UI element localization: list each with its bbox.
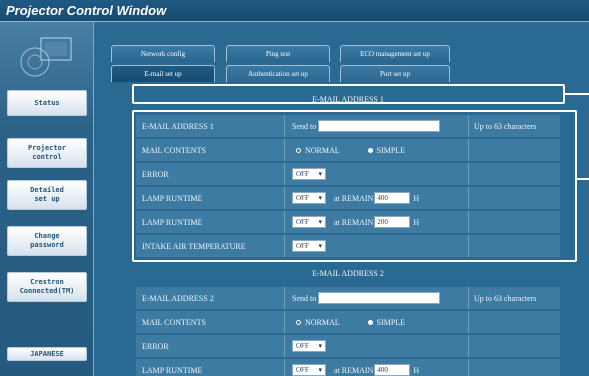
radio-dot-icon: [296, 319, 301, 325]
chevron-down-icon: ▾: [318, 366, 322, 374]
projector-logo-icon: [20, 37, 72, 77]
radio-dot-selected-icon: [367, 319, 373, 325]
table-row-lamp-runtime-3: LAMP RUNTIME OFF ▾ at REMAIN 400 H: [136, 359, 560, 376]
highlight-box-settings: [132, 110, 577, 262]
sidebar-item-detailed-setup[interactable]: Detailed set up: [7, 180, 87, 210]
radio-simple[interactable]: SIMPLE: [367, 318, 405, 327]
row-label: E-MAIL ADDRESS 2: [142, 293, 214, 303]
tab-email-setup[interactable]: E-mail set up: [111, 65, 215, 82]
table-row-error-2: ERROR OFF ▾: [136, 335, 560, 357]
sidebar-item-status[interactable]: Status: [7, 90, 87, 116]
error-select[interactable]: OFF ▾: [292, 340, 326, 352]
callout-line-2: [577, 178, 589, 180]
tab-eco-management[interactable]: ECO management set up: [340, 45, 450, 62]
sidebar-item-change-password[interactable]: Change password: [7, 226, 87, 256]
lamp-runtime-select[interactable]: OFF ▾: [292, 364, 326, 376]
tab-network-config[interactable]: Network config: [111, 45, 215, 62]
callout-line-1: [565, 93, 589, 95]
section-header-email-2: E-MAIL ADDRESS 2: [312, 268, 384, 278]
send-to-group: Send to: [292, 287, 441, 309]
table-row-mail-contents-2: MAIL CONTENTS NORMAL SIMPLE: [136, 311, 560, 333]
tab-ping-test[interactable]: Ping test: [226, 45, 330, 62]
table-row-address-2: E-MAIL ADDRESS 2 Send to Up to 63 charac…: [136, 287, 560, 309]
mail-contents-radio-group: NORMAL SIMPLE: [296, 311, 433, 333]
chevron-down-icon: ▾: [318, 342, 322, 350]
send-to-label: Send to: [292, 293, 317, 303]
email-field-2[interactable]: [318, 292, 441, 304]
highlight-box-header: [132, 84, 565, 104]
row-label: MAIL CONTENTS: [142, 317, 206, 327]
window-title: Projector Control Window: [6, 3, 167, 18]
sidebar-item-crestron-connected[interactable]: Crestron Connected(TM): [7, 272, 87, 302]
remain-label: at REMAIN: [334, 365, 374, 375]
remain-hours-field[interactable]: 400: [374, 364, 411, 376]
tab-authentication-setup[interactable]: Authentication set up: [226, 65, 330, 82]
limit-note: Up to 63 characters: [474, 293, 537, 303]
sidebar: Status Projector control Detailed set up…: [0, 22, 94, 376]
row-label: LAMP RUNTIME: [142, 365, 203, 375]
unit-label: H: [413, 365, 420, 375]
title-bar: Projector Control Window: [0, 0, 589, 22]
sidebar-item-language[interactable]: JAPANESE: [7, 347, 87, 361]
radio-normal[interactable]: NORMAL: [296, 318, 340, 327]
tab-port-setup[interactable]: Port set up: [340, 65, 450, 82]
sidebar-item-projector-control[interactable]: Projector control: [7, 138, 87, 168]
row-label: ERROR: [142, 341, 169, 351]
